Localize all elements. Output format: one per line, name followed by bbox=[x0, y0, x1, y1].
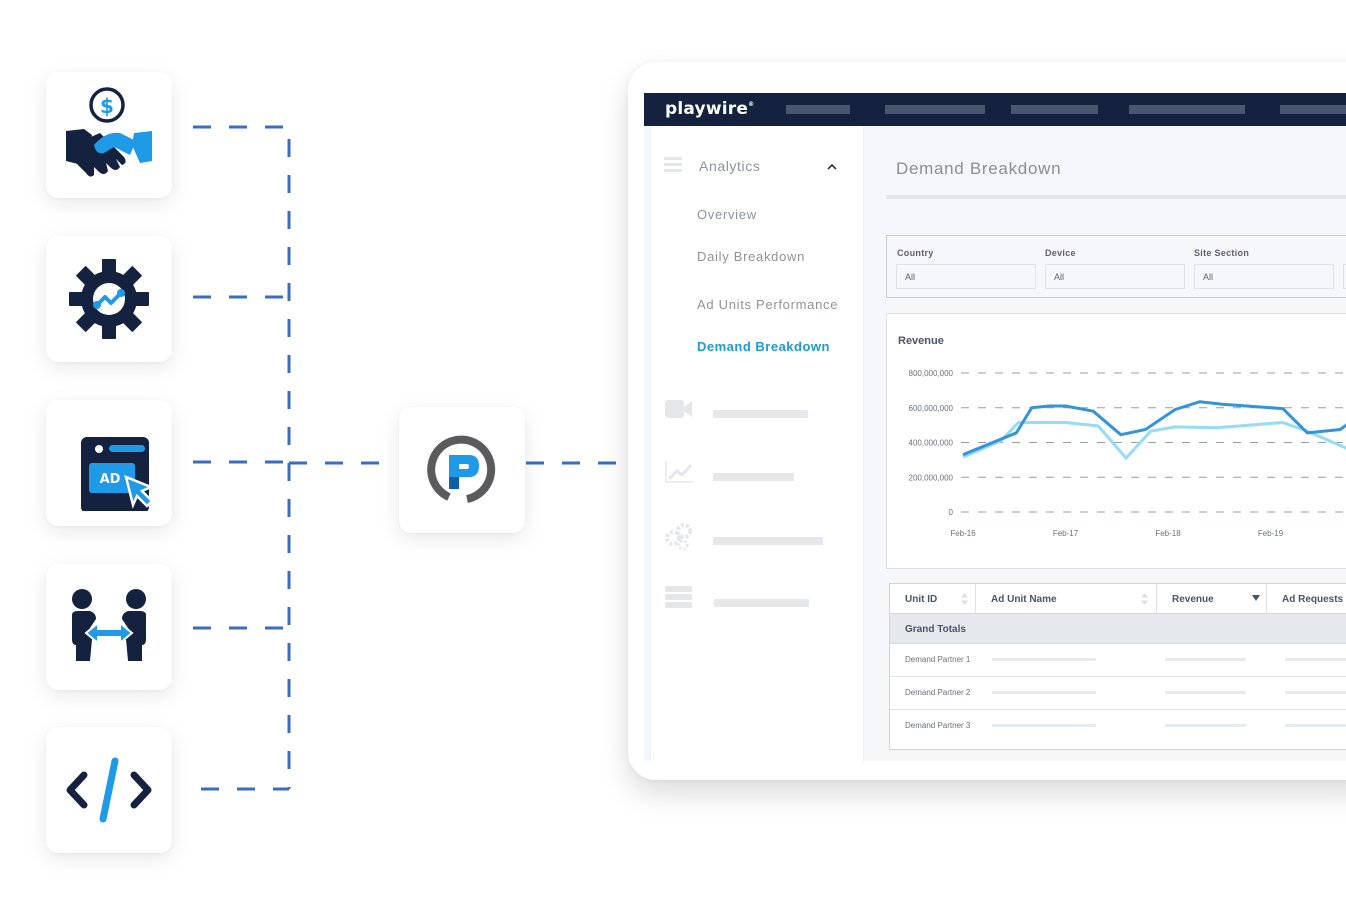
sidebar-item-demand-breakdown[interactable]: Demand Breakdown bbox=[697, 339, 830, 354]
row-label: Demand Partner 1 bbox=[905, 655, 971, 664]
sort-icon[interactable] bbox=[1141, 593, 1148, 605]
hub-tile bbox=[399, 407, 525, 533]
gear-analytics-icon bbox=[69, 259, 149, 339]
demand-table: Unit ID Ad Unit Name Revenue Ad Requests… bbox=[889, 583, 1346, 750]
sidebar-item-ad-units-performance[interactable]: Ad Units Performance bbox=[697, 297, 838, 312]
filter-label-device: Device bbox=[1045, 248, 1076, 258]
filter-select-site-section[interactable]: All bbox=[1194, 264, 1334, 289]
column-header-ad-requests[interactable]: Ad Requests bbox=[1267, 584, 1346, 613]
filter-label-site-section: Site Section bbox=[1194, 248, 1250, 258]
series-line-dark bbox=[962, 400, 1346, 457]
title-divider bbox=[886, 195, 1346, 199]
column-header-unit-id[interactable]: Unit ID bbox=[890, 584, 976, 613]
y-tick-label: 800,000,000 bbox=[909, 369, 954, 378]
sidebar-placeholder-2[interactable] bbox=[713, 473, 794, 481]
nav-item-placeholder-1[interactable] bbox=[786, 105, 850, 114]
chevron-up-icon[interactable] bbox=[827, 162, 837, 172]
filter-label-country: Country bbox=[897, 248, 934, 258]
top-nav-bar: playwire® bbox=[644, 93, 1346, 126]
sidebar-item-overview[interactable]: Overview bbox=[697, 207, 757, 222]
column-label: Ad Unit Name bbox=[991, 594, 1057, 605]
sidebar-placeholder-3[interactable] bbox=[713, 537, 823, 545]
row-label: Demand Partner 3 bbox=[905, 721, 971, 730]
column-header-revenue[interactable]: Revenue bbox=[1157, 584, 1267, 613]
y-tick-label: 0 bbox=[949, 508, 954, 517]
column-label: Revenue bbox=[1172, 594, 1214, 605]
sidebar-placeholder-4[interactable] bbox=[714, 599, 809, 607]
cell-placeholder bbox=[1165, 691, 1246, 694]
sidebar-item-daily-breakdown[interactable]: Daily Breakdown bbox=[697, 249, 805, 264]
code-icon bbox=[66, 757, 152, 823]
sort-desc-icon[interactable] bbox=[1252, 595, 1260, 601]
sort-icon[interactable] bbox=[961, 593, 968, 605]
cell-placeholder bbox=[1285, 658, 1346, 661]
table-row[interactable]: Demand Partner 3 bbox=[890, 710, 1346, 743]
y-tick-label: 200,000,000 bbox=[909, 473, 954, 482]
server-list-icon[interactable] bbox=[665, 586, 693, 608]
sidebar-section-analytics[interactable]: Analytics bbox=[699, 158, 760, 174]
line-chart-icon[interactable] bbox=[665, 461, 693, 483]
svg-text:$: $ bbox=[100, 94, 114, 118]
x-tick-label: Feb-19 bbox=[1258, 529, 1284, 538]
nav-item-placeholder-5[interactable] bbox=[1280, 105, 1346, 114]
svg-text:AD: AD bbox=[100, 472, 121, 487]
y-tick-label: 600,000,000 bbox=[909, 404, 954, 413]
cell-placeholder bbox=[992, 724, 1096, 727]
table-row[interactable]: Demand Partner 2 bbox=[890, 677, 1346, 710]
table-row[interactable]: Demand Partner 1 bbox=[890, 644, 1346, 677]
filter-select-country[interactable]: All bbox=[896, 264, 1036, 289]
column-label: Ad Requests bbox=[1282, 594, 1344, 605]
menu-icon[interactable] bbox=[664, 157, 682, 175]
integration-tile-monetization: $ bbox=[46, 72, 172, 198]
row-label: Demand Partner 2 bbox=[905, 688, 971, 697]
cell-placeholder bbox=[992, 691, 1096, 694]
sidebar-placeholder-1[interactable] bbox=[713, 410, 808, 418]
video-camera-icon[interactable] bbox=[665, 399, 693, 419]
people-exchange-icon bbox=[72, 589, 146, 661]
cell-placeholder bbox=[1285, 691, 1346, 694]
integration-tile-partnerships bbox=[46, 564, 172, 690]
cell-placeholder bbox=[1165, 658, 1246, 661]
filters-panel: Country All Device All Site Section All bbox=[886, 235, 1346, 298]
ad-click-icon: AD bbox=[81, 437, 155, 511]
column-label: Unit ID bbox=[905, 594, 938, 605]
sidebar: Analytics Overview Daily Breakdown Ad Un… bbox=[650, 126, 864, 761]
playwire-p-logo-icon bbox=[427, 435, 496, 503]
x-tick-label: Feb-17 bbox=[1053, 529, 1079, 538]
nav-item-placeholder-3[interactable] bbox=[1011, 105, 1098, 114]
filter-select-device[interactable]: All bbox=[1045, 264, 1185, 289]
brand-name: playwire bbox=[665, 99, 749, 119]
x-tick-label: Feb-18 bbox=[1155, 529, 1181, 538]
column-header-ad-unit-name[interactable]: Ad Unit Name bbox=[976, 584, 1157, 613]
nav-item-placeholder-2[interactable] bbox=[885, 105, 985, 114]
cell-placeholder bbox=[992, 658, 1096, 661]
brand-logo[interactable]: playwire® bbox=[665, 99, 754, 119]
x-tick-label: Feb-16 bbox=[950, 529, 976, 538]
revenue-chart-card: Revenue 0 200,000,000 400,000,000 600,000,0… bbox=[886, 313, 1346, 569]
dashboard-screen: playwire® Analytics Overview Daily Break… bbox=[644, 93, 1346, 761]
revenue-line-chart: 0 200,000,000 400,000,000 600,000,000 800,00… bbox=[909, 369, 1346, 538]
brand-mark: ® bbox=[748, 101, 755, 108]
y-tick-label: 400,000,000 bbox=[909, 439, 954, 448]
integration-tile-advertising: AD bbox=[46, 400, 172, 526]
nav-item-placeholder-4[interactable] bbox=[1129, 105, 1245, 114]
handshake-dollar-icon: $ bbox=[66, 87, 152, 177]
cell-placeholder bbox=[1285, 724, 1346, 727]
integration-tile-optimization bbox=[46, 236, 172, 362]
grand-totals-row: Grand Totals bbox=[890, 613, 1346, 644]
page-title: Demand Breakdown bbox=[896, 159, 1062, 178]
integration-tile-development bbox=[46, 727, 172, 853]
gears-icon[interactable] bbox=[665, 523, 693, 551]
cell-placeholder bbox=[1165, 724, 1246, 727]
